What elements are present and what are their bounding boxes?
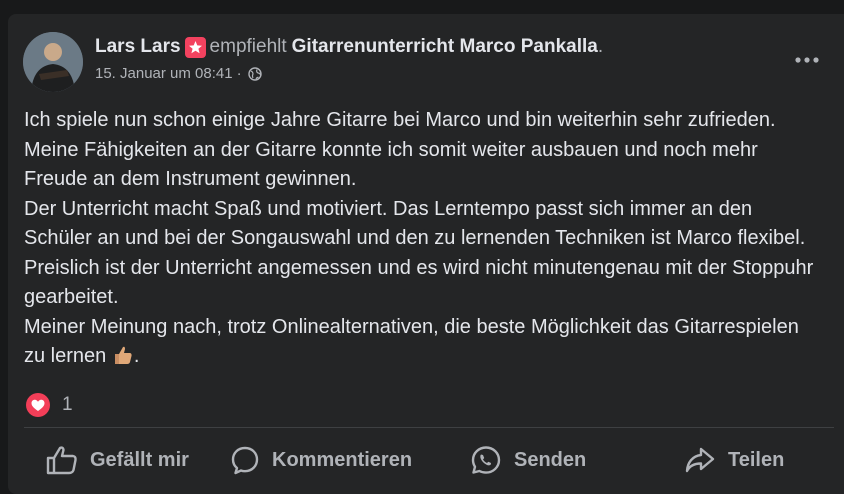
page-name-suffix: . xyxy=(597,36,604,57)
ellipsis-icon xyxy=(795,57,819,63)
author-name[interactable]: Lars Lars xyxy=(95,34,181,60)
page-name-link[interactable]: Gitarrenunterricht Marco Pankalla xyxy=(292,34,598,60)
more-options-button[interactable] xyxy=(790,50,824,70)
post-header: Lars Lars empfiehlt Gitarrenunterricht M… xyxy=(95,34,603,82)
post-body-text: Ich spiele nun schon einige Jahre Gitarr… xyxy=(24,109,814,367)
post-card: Lars Lars empfiehlt Gitarrenunterricht M… xyxy=(8,14,844,494)
share-label: Teilen xyxy=(728,448,785,471)
post-body: Ich spiele nun schon einige Jahre Gitarr… xyxy=(24,106,814,372)
post-timestamp[interactable]: 15. Januar um 08:41 xyxy=(95,65,233,82)
avatar-image xyxy=(23,32,83,92)
action-bar: Gefällt mir Kommentieren Senden Teilen xyxy=(8,436,844,484)
recommends-text: empfiehlt xyxy=(209,36,287,57)
like-label: Gefällt mir xyxy=(90,448,189,471)
reaction-count: 1 xyxy=(62,394,73,415)
send-button[interactable]: Senden xyxy=(470,436,586,484)
globe-icon[interactable] xyxy=(247,66,262,81)
whatsapp-icon xyxy=(471,446,501,474)
recommendation-badge-icon xyxy=(184,36,206,58)
share-button[interactable]: Teilen xyxy=(684,436,784,484)
meta-separator: · xyxy=(236,65,242,82)
thumbs-up-emoji-icon xyxy=(112,344,134,366)
comment-button[interactable]: Kommentieren xyxy=(230,436,412,484)
like-button[interactable]: Gefällt mir xyxy=(46,436,189,484)
comment-icon xyxy=(231,446,259,475)
send-label: Senden xyxy=(514,448,587,471)
share-arrow-icon xyxy=(685,447,715,473)
love-reaction-icon xyxy=(26,393,50,417)
divider xyxy=(24,427,834,428)
reactions-summary[interactable]: 1 xyxy=(26,393,73,417)
thumbs-up-icon xyxy=(46,446,77,475)
comment-label: Kommentieren xyxy=(272,448,413,471)
post-body-end: . xyxy=(133,345,140,367)
avatar[interactable] xyxy=(23,32,83,92)
